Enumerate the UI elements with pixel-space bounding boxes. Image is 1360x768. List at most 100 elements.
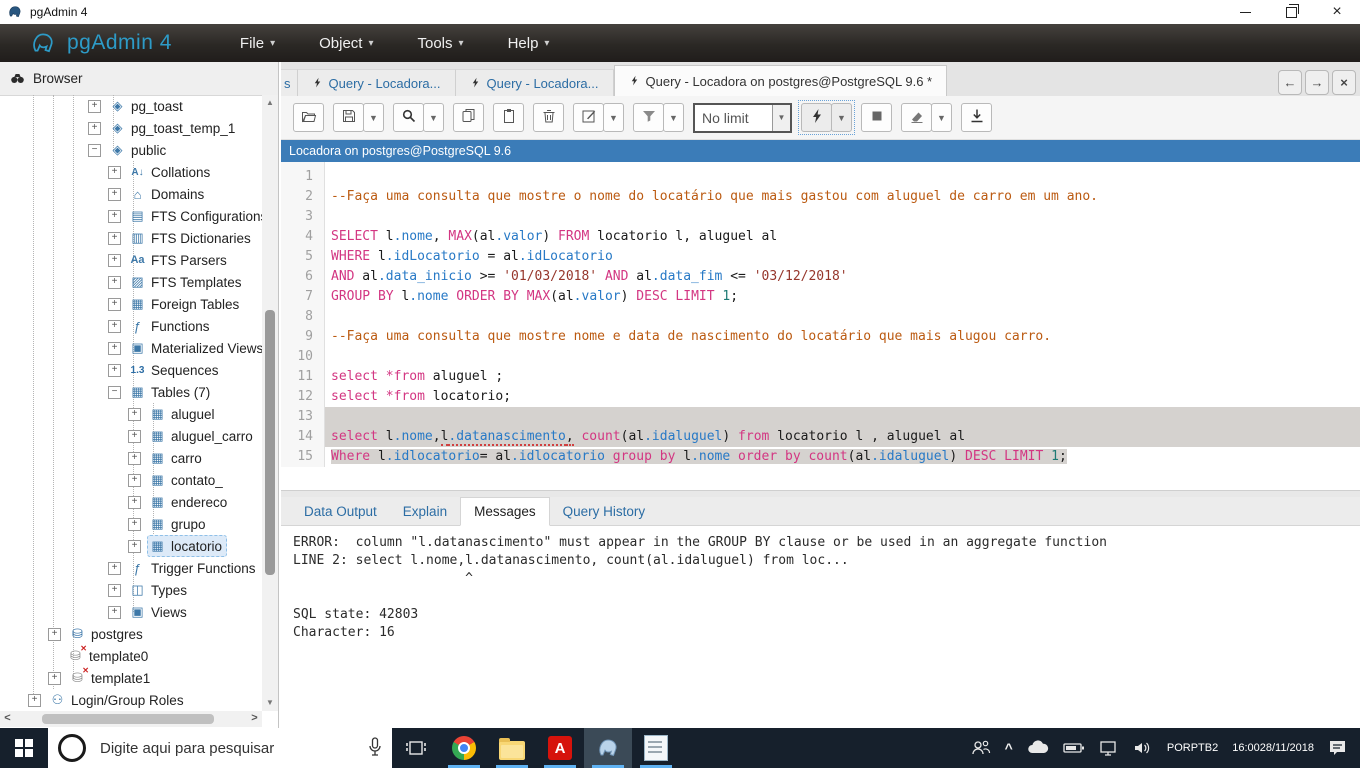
tree-item-aluguel-carro[interactable]: + ▦ aluguel_carro: [0, 425, 262, 447]
tree-item-materialized-views[interactable]: + ▣ Materialized Views: [0, 337, 262, 359]
output-tab-query-history[interactable]: Query History: [550, 497, 659, 525]
scrollbar-thumb[interactable]: [265, 310, 275, 575]
microphone-icon[interactable]: [368, 737, 382, 762]
expand-icon[interactable]: +: [128, 429, 141, 443]
menu-item-object[interactable]: Object ▾: [319, 35, 373, 52]
menu-item-tools[interactable]: Tools ▾: [418, 35, 464, 52]
tree-item-endereco[interactable]: + ▦ endereco: [0, 491, 262, 513]
expand-icon[interactable]: +: [48, 627, 61, 641]
filter-button[interactable]: [633, 103, 664, 132]
output-tab-data-output[interactable]: Data Output: [291, 497, 390, 525]
onedrive-cloud-icon[interactable]: [1020, 728, 1056, 768]
tree-item-postgres[interactable]: + ⛁ postgres: [0, 623, 262, 645]
volume-icon[interactable]: [1126, 728, 1160, 768]
expand-icon[interactable]: +: [108, 209, 121, 223]
battery-icon[interactable]: [1056, 728, 1092, 768]
paste-button[interactable]: [493, 103, 524, 132]
expand-icon[interactable]: +: [108, 561, 121, 575]
expand-icon[interactable]: +: [108, 605, 121, 619]
output-tab-explain[interactable]: Explain: [390, 497, 460, 525]
expand-icon[interactable]: +: [128, 473, 141, 487]
tree-item-template1[interactable]: + ⛁template1: [0, 666, 262, 689]
execute-button[interactable]: [801, 103, 832, 132]
tree-item-pg-toast-temp-1[interactable]: + ◈ pg_toast_temp_1: [0, 117, 262, 139]
expand-icon[interactable]: +: [108, 165, 121, 179]
save-button[interactable]: [333, 103, 364, 132]
scroll-right-icon[interactable]: >: [247, 711, 262, 727]
search-input[interactable]: [98, 738, 342, 758]
menu-item-help[interactable]: Help ▾: [508, 35, 550, 52]
clear-dropdown[interactable]: ▼: [931, 103, 952, 132]
output-tab-messages[interactable]: Messages: [460, 497, 550, 526]
tree-item-domains[interactable]: + ⌂ Domains: [0, 183, 262, 205]
expand-icon[interactable]: +: [108, 319, 121, 333]
tab-query-1[interactable]: Query - Locadora...: [297, 69, 456, 96]
chevron-down-icon[interactable]: ▼: [772, 104, 790, 131]
notepad-taskbar-icon[interactable]: [632, 728, 680, 768]
find-button[interactable]: [393, 103, 424, 132]
expand-icon[interactable]: +: [88, 99, 101, 113]
tree-item-contato-[interactable]: + ▦ contato_: [0, 469, 262, 491]
tree-item-foreign-tables[interactable]: + ▦ Foreign Tables: [0, 293, 262, 315]
expand-icon[interactable]: +: [108, 363, 121, 377]
filter-dropdown[interactable]: ▼: [663, 103, 684, 132]
expand-icon[interactable]: +: [128, 407, 141, 421]
tree-item-fts-configurations[interactable]: + ▤ FTS Configurations: [0, 205, 262, 227]
collapse-icon[interactable]: −: [88, 143, 101, 157]
tree-item-grupo[interactable]: + ▦ grupo: [0, 513, 262, 535]
tab-scroll-left-button[interactable]: ←: [1278, 70, 1302, 95]
delete-button[interactable]: [533, 103, 564, 132]
tree-item-template0[interactable]: ⛁template0: [0, 644, 262, 667]
tree-item-functions[interactable]: + ƒ Functions: [0, 315, 262, 337]
sidebar-horizontal-scrollbar[interactable]: < >: [0, 711, 262, 727]
scroll-up-icon[interactable]: ▲: [262, 95, 278, 111]
tab-query-3[interactable]: Query - Locadora on postgres@PostgreSQL …: [613, 65, 948, 96]
tree-item-collations[interactable]: + A↓ Collations: [0, 161, 262, 183]
save-dropdown[interactable]: ▼: [363, 103, 384, 132]
expand-icon[interactable]: +: [108, 187, 121, 201]
scroll-down-icon[interactable]: ▼: [262, 695, 278, 711]
download-button[interactable]: [961, 103, 992, 132]
restore-button[interactable]: [1268, 0, 1314, 24]
cortana-icon[interactable]: [58, 734, 86, 762]
scrollbar-thumb[interactable]: [42, 714, 214, 724]
scroll-left-icon[interactable]: <: [0, 711, 15, 727]
taskbar-search[interactable]: [48, 728, 392, 768]
expand-icon[interactable]: +: [28, 693, 41, 707]
find-dropdown[interactable]: ▼: [423, 103, 444, 132]
taskbar-clock[interactable]: 16:00 28/11/2018: [1225, 728, 1321, 768]
tree-item-views[interactable]: + ▣ Views: [0, 601, 262, 623]
tree-item-sequences[interactable]: +1.3 Sequences: [0, 359, 262, 381]
action-center-icon[interactable]: [1321, 728, 1360, 768]
file-explorer-taskbar-icon[interactable]: [488, 728, 536, 768]
expand-icon[interactable]: +: [108, 275, 121, 289]
chrome-taskbar-icon[interactable]: [440, 728, 488, 768]
tray-expand-icon[interactable]: ^: [998, 728, 1020, 768]
open-file-button[interactable]: [293, 103, 324, 132]
tree-item-fts-parsers[interactable]: + Aa FTS Parsers: [0, 249, 262, 271]
tree-item-tables-7-[interactable]: − ▦ Tables (7): [0, 381, 262, 403]
tree-item-carro[interactable]: + ▦ carro: [0, 447, 262, 469]
expand-icon[interactable]: +: [128, 517, 141, 531]
close-button[interactable]: ×: [1314, 0, 1360, 24]
edit-button[interactable]: [573, 103, 604, 132]
tree-item-fts-dictionaries[interactable]: + ▥ FTS Dictionaries: [0, 227, 262, 249]
execute-dropdown[interactable]: ▼: [831, 103, 852, 132]
stop-button[interactable]: [861, 103, 892, 132]
people-icon[interactable]: [964, 728, 998, 768]
expand-icon[interactable]: +: [128, 495, 141, 509]
task-view-button[interactable]: [392, 728, 440, 768]
tree-item-fts-templates[interactable]: + ▨ FTS Templates: [0, 271, 262, 293]
row-limit-select[interactable]: No limit ▼: [693, 102, 792, 133]
clear-button[interactable]: [901, 103, 932, 132]
start-button[interactable]: [0, 728, 48, 768]
tab-query-2[interactable]: Query - Locadora...: [455, 69, 614, 96]
tree-item-trigger-functions[interactable]: + ƒ Trigger Functions: [0, 557, 262, 579]
expand-icon[interactable]: +: [48, 671, 61, 685]
acrobat-taskbar-icon[interactable]: A: [536, 728, 584, 768]
tree-item-pg-toast[interactable]: + ◈ pg_toast: [0, 95, 262, 117]
expand-icon[interactable]: +: [108, 583, 121, 597]
tree-item-locatorio[interactable]: + ▦ locatorio: [0, 535, 262, 557]
language-indicator[interactable]: POR PTB2: [1160, 728, 1225, 768]
expand-icon[interactable]: +: [88, 121, 101, 135]
